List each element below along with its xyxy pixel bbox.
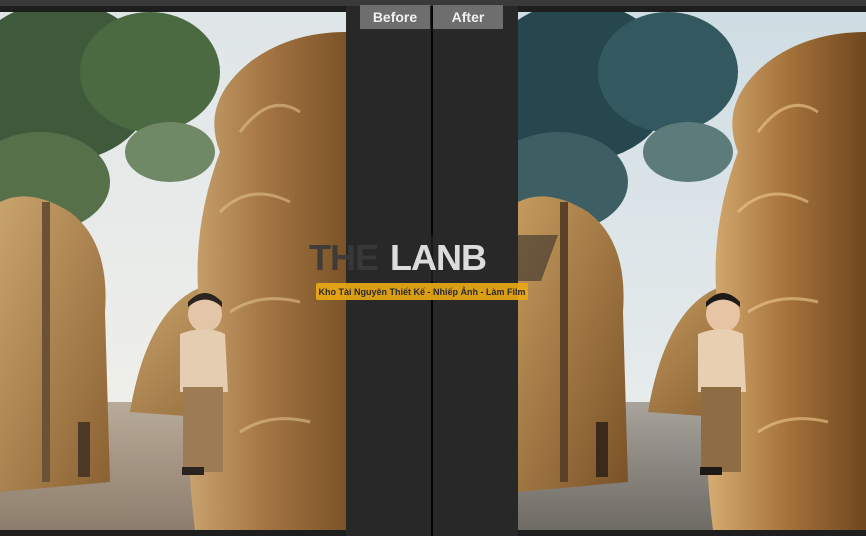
before-tab[interactable]: Before (360, 5, 430, 29)
after-tab[interactable]: After (433, 5, 503, 29)
after-image[interactable] (518, 12, 866, 530)
after-photo (518, 12, 866, 530)
before-photo (0, 12, 346, 530)
before-image[interactable] (0, 12, 346, 530)
